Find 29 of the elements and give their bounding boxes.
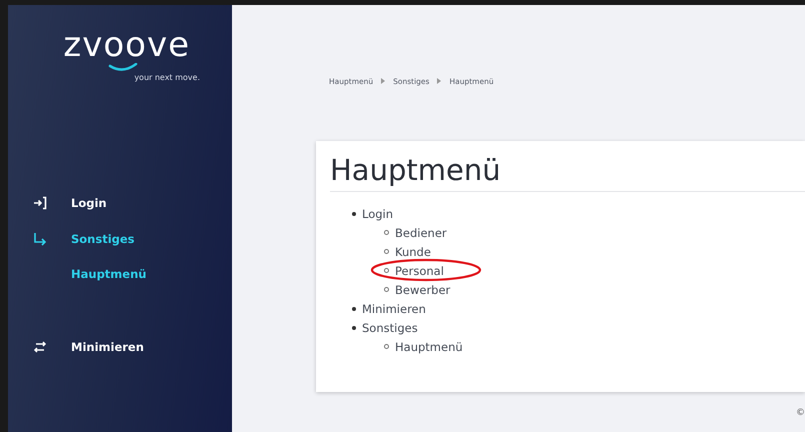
menu-link[interactable]: Bewerber xyxy=(395,282,450,296)
bullet-icon xyxy=(384,287,389,292)
login-icon xyxy=(33,196,47,210)
nav-subitem[interactable]: Hauptmenü xyxy=(8,257,232,291)
menu-link[interactable]: Hauptmenü xyxy=(395,340,463,354)
bullet-icon xyxy=(384,344,389,349)
copyright-text: © xyxy=(796,408,805,418)
bullet-icon xyxy=(352,212,356,216)
menu-link[interactable]: Login xyxy=(362,206,394,220)
minimize-button[interactable]: Minimieren xyxy=(8,329,232,365)
page-title: Hauptmenü xyxy=(330,153,805,192)
chevron-right-icon xyxy=(437,78,442,84)
swap-arrows-icon xyxy=(33,340,47,354)
smile-icon xyxy=(108,63,138,71)
bullet-icon xyxy=(384,230,389,235)
tagline: your next move. xyxy=(134,73,200,82)
nav-item[interactable]: Login xyxy=(8,185,232,221)
bullet-icon xyxy=(352,306,356,310)
menu-link[interactable]: Minimieren xyxy=(362,302,426,316)
menu-link[interactable]: Bediener xyxy=(395,226,447,240)
bullet-icon xyxy=(384,249,389,254)
bullet-icon xyxy=(352,326,356,330)
logo: zvoove xyxy=(63,27,190,63)
menu-link[interactable]: Sonstiges xyxy=(362,320,418,334)
nav-item[interactable]: Sonstiges xyxy=(8,221,232,257)
bullet-icon xyxy=(384,268,389,273)
chevron-right-icon xyxy=(381,78,386,84)
turn-right-arrow-icon xyxy=(33,232,47,246)
menu-link[interactable]: Kunde xyxy=(395,244,431,258)
